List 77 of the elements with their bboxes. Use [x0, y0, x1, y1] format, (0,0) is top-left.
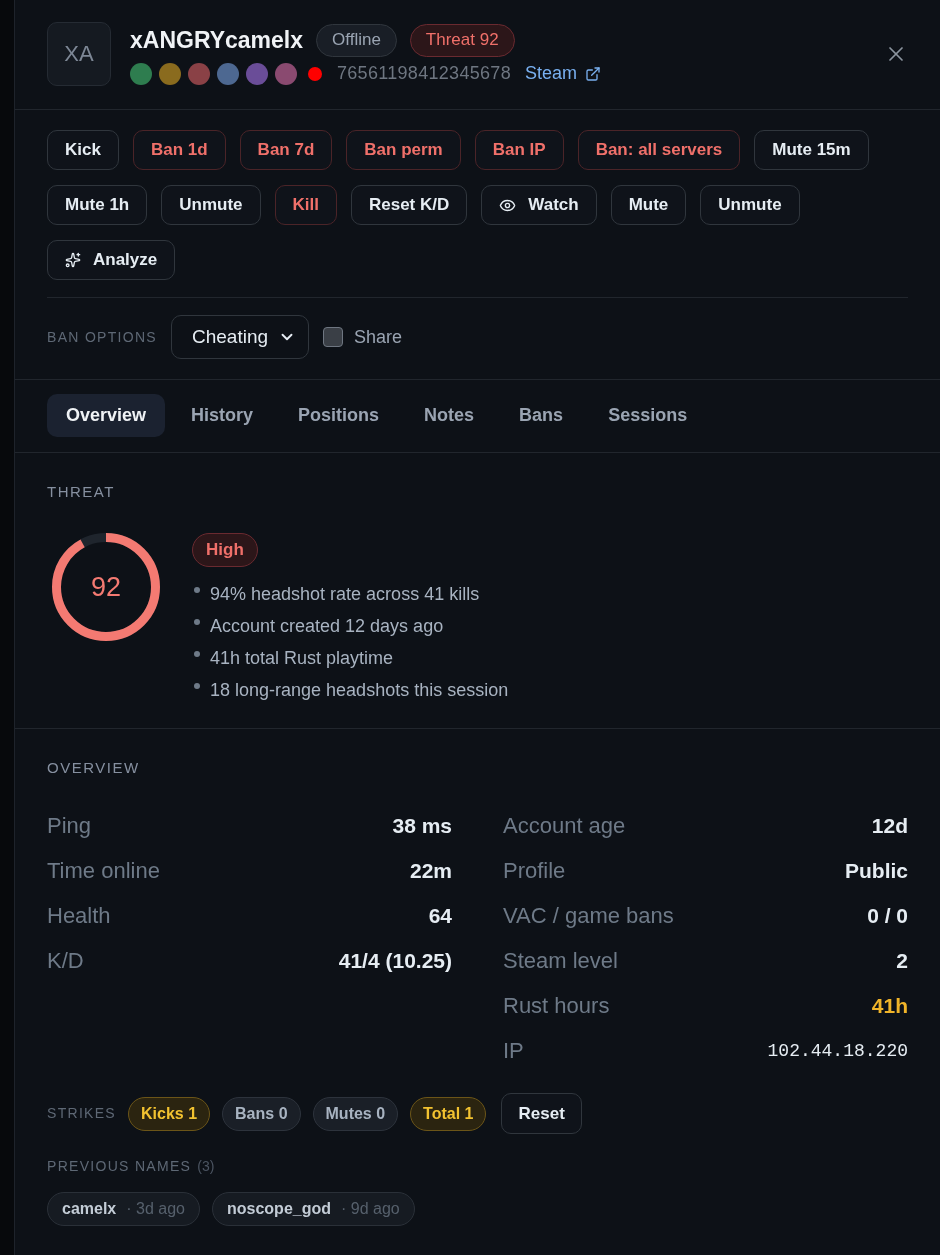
stat-value: 102.44.18.220 — [767, 1040, 908, 1061]
stat-label: Rust hours — [503, 992, 610, 1019]
stat-value: 12d — [871, 813, 908, 838]
action-button[interactable]: Mute 1h — [47, 185, 148, 225]
tab[interactable]: Bans — [500, 394, 583, 437]
action-button[interactable]: Ban 7d — [239, 130, 333, 170]
threat-reason: 41h total Rust playtime — [210, 647, 394, 669]
name-age: · 3d ago — [126, 1200, 185, 1218]
action-button[interactable]: Kick — [47, 130, 119, 170]
reset-button[interactable]: Reset — [501, 1093, 582, 1134]
action-button[interactable]: Ban perm — [346, 130, 461, 170]
bullet-icon — [194, 651, 200, 657]
stat-label: Time online — [47, 857, 160, 884]
steam-id: 76561198412345678 — [337, 63, 511, 84]
stat-value: 2 — [896, 948, 908, 973]
tab[interactable]: Overview — [47, 394, 166, 437]
action-button[interactable]: Ban 1d — [132, 130, 226, 170]
sparkles-icon — [65, 252, 81, 268]
section-title: THREAT — [47, 483, 115, 500]
stat-label: Steam level — [503, 947, 618, 974]
share-label: Share — [354, 326, 403, 348]
action-button[interactable]: Ban IP — [474, 130, 564, 170]
stat-value: 22m — [409, 858, 452, 883]
stat-value: 38 ms — [392, 813, 452, 838]
tab[interactable]: History — [172, 394, 273, 437]
tab[interactable]: Sessions — [589, 394, 707, 437]
steam-link[interactable]: Steam — [524, 63, 601, 84]
name-count: (3) — [197, 1158, 215, 1175]
stat-value: 64 — [428, 903, 452, 928]
strike-counter: Total 1 — [410, 1096, 487, 1131]
stat-label: K/D — [47, 947, 84, 974]
reason-select[interactable]: Cheating — [171, 315, 310, 359]
strikes-label: STRIKES — [47, 1105, 116, 1122]
threat-reason: 18 long-range headshots this session — [210, 679, 509, 701]
stat-label: Ping — [47, 812, 92, 839]
section-title: PREVIOUS NAMES — [47, 1158, 192, 1175]
previous-name: camelx — [62, 1200, 117, 1218]
action-button[interactable]: Ban: all servers — [577, 130, 741, 170]
ban-options-label: BAN OPTIONS — [47, 328, 157, 346]
bullet-icon — [194, 619, 200, 625]
action-button[interactable]: Kill — [274, 185, 337, 225]
stat-label: Profile — [503, 857, 566, 884]
strike-counter: Mutes 0 — [312, 1096, 399, 1131]
threat-score: 92 — [90, 571, 121, 603]
stat-value: 41/4 (10.25) — [338, 948, 452, 973]
share-checkbox[interactable] — [323, 327, 344, 347]
player-name: xANGRYcamelx — [130, 26, 303, 54]
stat-label: IP — [503, 1037, 524, 1064]
strike-counter: Kicks 1 — [128, 1096, 211, 1131]
stat-value: 41h — [871, 993, 908, 1018]
tab[interactable]: Positions — [279, 394, 399, 437]
status-pill: Offline — [316, 23, 397, 57]
stat-label: VAC / game bans — [503, 902, 674, 929]
threat-reason: Account created 12 days ago — [210, 615, 444, 637]
previous-name: noscope_god — [227, 1200, 331, 1218]
stat-value: 0 / 0 — [867, 903, 908, 928]
stat-value: Public — [845, 858, 908, 883]
strike-counter: Bans 0 — [222, 1096, 301, 1131]
external-link-icon — [585, 65, 601, 82]
threat-reason: 94% headshot rate across 41 kills — [210, 583, 480, 605]
action-button[interactable]: Watch — [481, 185, 597, 225]
stat-label: Account age — [503, 812, 626, 839]
stat-label: Health — [47, 902, 111, 929]
bullet-icon — [194, 683, 200, 689]
name-age: · 9d ago — [341, 1200, 400, 1218]
action-button[interactable]: Unmute — [700, 185, 800, 225]
action-button[interactable]: Analyze — [47, 240, 176, 280]
bullet-icon — [194, 587, 200, 593]
action-button[interactable]: Mute 15m — [754, 130, 869, 170]
avatar: XA — [47, 22, 111, 86]
tab[interactable]: Notes — [405, 394, 494, 437]
threat-rating: High — [192, 533, 258, 567]
section-title: OVERVIEW — [47, 759, 140, 776]
action-button[interactable]: Unmute — [161, 185, 261, 225]
action-button[interactable]: Mute — [610, 185, 687, 225]
action-button[interactable]: Reset K/D — [350, 185, 468, 225]
threat-pill: Threat 92 — [409, 23, 515, 57]
